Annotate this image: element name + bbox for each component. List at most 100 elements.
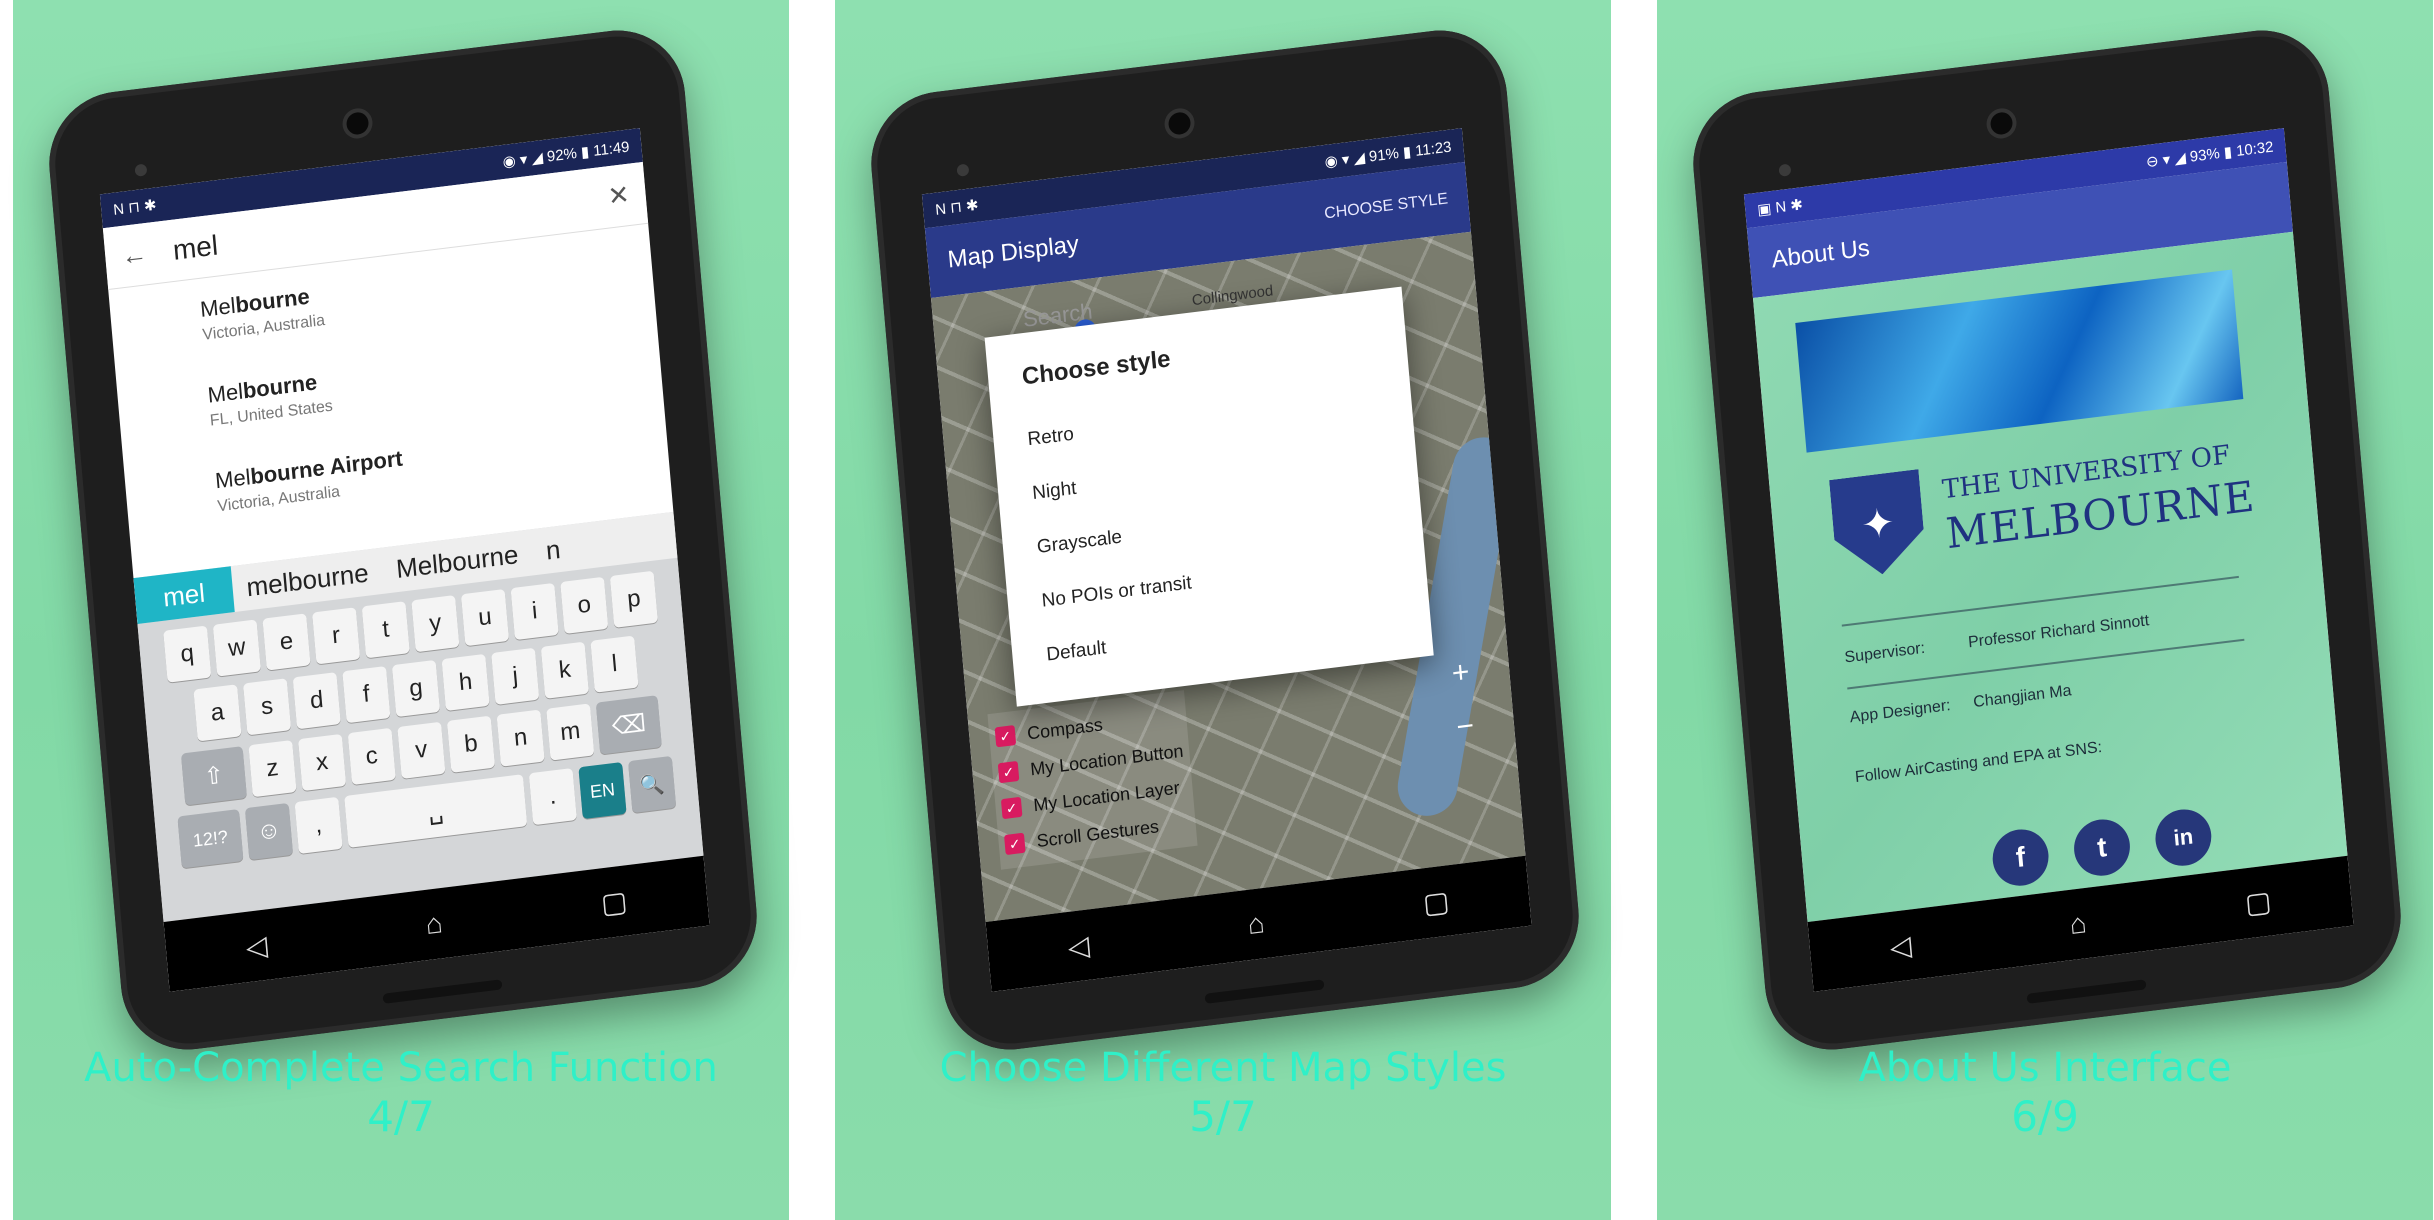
status-left: ▣ N ✱ [1756, 196, 1804, 219]
choose-style-dialog: Choose style Retro Night Grayscale No PO… [984, 286, 1434, 707]
key[interactable]: r [312, 607, 361, 665]
settings-checklist: ✓ Compass ✓ My Location Button ✓ My Locatio… [987, 690, 1198, 870]
home-icon[interactable]: ⌂ [1246, 907, 1266, 941]
check-icon[interactable]: ✓ [1000, 796, 1023, 820]
about-content: ✦ THE UNIVERSITY OF MELBOURNE Supervisor… [1752, 231, 2348, 923]
sensor-dot [956, 163, 970, 177]
key[interactable]: q [163, 625, 212, 683]
key[interactable]: y [411, 595, 460, 653]
key[interactable]: p [609, 570, 659, 628]
key[interactable]: l [590, 635, 639, 693]
prediction-item[interactable]: n [531, 532, 576, 568]
recent-apps-icon[interactable]: ▢ [1422, 884, 1451, 920]
zoom-out-icon[interactable]: − [1455, 709, 1475, 745]
key[interactable]: b [446, 715, 496, 773]
twitter-icon[interactable]: t [2071, 816, 2133, 879]
key[interactable]: u [460, 588, 510, 647]
key[interactable]: s [243, 678, 292, 736]
comma-key[interactable]: , [294, 796, 343, 855]
prediction-item[interactable]: Melbourne [381, 537, 533, 586]
language-key[interactable]: EN [578, 761, 627, 820]
front-camera [345, 111, 370, 136]
caption-title: Auto-Complete Search Function [84, 1045, 718, 1091]
sensor-dot [134, 163, 148, 177]
status-left: N ⊓ ✱ [112, 196, 158, 219]
sensor-dot [1778, 163, 1792, 177]
search-key[interactable]: 🔍 [628, 755, 677, 814]
key[interactable]: a [193, 684, 242, 742]
soft-keyboard: mel melbourne Melbourne n q w e r t y u … [133, 511, 704, 923]
info-value: Professor Richard Sinnott [1967, 612, 2150, 652]
university-logo: ✦ THE UNIVERSITY OF MELBOURNE [1829, 429, 2258, 580]
key[interactable]: f [342, 666, 391, 724]
suggestion-match: Mel [206, 378, 245, 408]
bottom-speaker [1204, 979, 1325, 1004]
key[interactable]: e [262, 613, 311, 671]
key[interactable]: w [212, 619, 261, 677]
key[interactable]: d [292, 672, 341, 730]
info-key: App Designer: [1849, 697, 1952, 727]
phone-screen: N ⊓ ✱ ◉ ▾ ◢ 91% ▮ 11:23 Map Display CHOO… [921, 128, 1532, 992]
app-title: About Us [1770, 234, 1871, 274]
front-camera [1167, 111, 1192, 136]
key[interactable]: k [540, 641, 589, 699]
info-value: Changjian Ma [1972, 682, 2073, 712]
caption-page: 6/9 [2011, 1092, 2079, 1141]
banner-image [1795, 269, 2244, 453]
facebook-icon[interactable]: f [1990, 826, 2051, 889]
choose-style-button[interactable]: CHOOSE STYLE [1324, 190, 1449, 223]
phone-screen: ▣ N ✱ ⊖ ▾ ◢ 93% ▮ 10:32 About Us ✦ THE U… [1743, 128, 2354, 992]
suggestion-match: Mel [199, 292, 237, 322]
suggestion-match: Mel [214, 464, 252, 494]
zoom-in-icon[interactable]: + [1450, 655, 1470, 691]
recent-apps-icon[interactable]: ▢ [600, 884, 629, 920]
caption-page: 5/7 [1189, 1092, 1257, 1141]
emoji-key[interactable]: ☺ [244, 802, 294, 861]
key[interactable]: t [361, 601, 410, 659]
key[interactable]: m [546, 703, 595, 761]
follow-text: Follow AirCasting and EPA at SNS: [1854, 738, 2103, 787]
status-left: N ⊓ ✱ [934, 196, 980, 219]
screenshot-panel-about: ▣ N ✱ ⊖ ▾ ◢ 93% ▮ 10:32 About Us ✦ THE U… [1657, 0, 2433, 1220]
caption-title: About Us Interface [1858, 1045, 2232, 1091]
caption-title: Choose Different Map Styles [939, 1045, 1507, 1091]
backspace-key[interactable]: ⌫ [595, 695, 662, 755]
bottom-speaker [382, 979, 503, 1004]
key[interactable]: j [491, 647, 540, 705]
arrow-left-icon[interactable]: ← [120, 238, 149, 272]
checkbox-label: Scroll Gestures [1035, 815, 1160, 851]
home-icon[interactable]: ⌂ [424, 907, 444, 941]
key[interactable]: o [560, 576, 609, 634]
check-icon[interactable]: ✓ [1004, 832, 1026, 856]
recent-apps-icon[interactable]: ▢ [2244, 884, 2273, 920]
key[interactable]: n [496, 709, 545, 767]
close-icon[interactable]: ✕ [607, 179, 631, 213]
space-key[interactable]: ␣ [344, 774, 528, 848]
prediction-item[interactable]: melbourne [231, 555, 383, 604]
key[interactable]: v [397, 721, 446, 779]
period-key[interactable]: . [528, 768, 577, 826]
back-icon[interactable]: ◁ [1888, 928, 1912, 964]
key[interactable]: g [391, 659, 441, 718]
info-key: Supervisor: [1843, 639, 1926, 667]
linkedin-icon[interactable]: in [2153, 806, 2214, 869]
prediction-selected[interactable]: mel [133, 566, 235, 624]
key[interactable]: i [510, 582, 559, 641]
divider [1841, 575, 2239, 627]
home-icon[interactable]: ⌂ [2068, 907, 2088, 941]
suggestion-rest: bourne [234, 283, 311, 318]
key[interactable]: x [298, 733, 347, 792]
key[interactable]: z [248, 740, 297, 798]
back-icon[interactable]: ◁ [244, 928, 268, 964]
symbols-key[interactable]: 12!? [177, 808, 244, 869]
key[interactable]: c [347, 727, 396, 786]
key[interactable]: h [441, 653, 490, 712]
screenshot-panel-search: N ⊓ ✱ ◉ ▾ ◢ 92% ▮ 11:49 ← mel ✕ Melbourn… [13, 0, 789, 1220]
front-camera [1989, 111, 2014, 136]
bottom-speaker [2026, 979, 2147, 1004]
check-icon[interactable]: ✓ [994, 725, 1017, 748]
check-icon[interactable]: ✓ [997, 760, 1020, 784]
back-icon[interactable]: ◁ [1066, 928, 1090, 964]
shift-key[interactable]: ⇧ [180, 746, 247, 806]
phone-frame: N ⊓ ✱ ◉ ▾ ◢ 92% ▮ 11:49 ← mel ✕ Melbourn… [43, 22, 763, 1058]
